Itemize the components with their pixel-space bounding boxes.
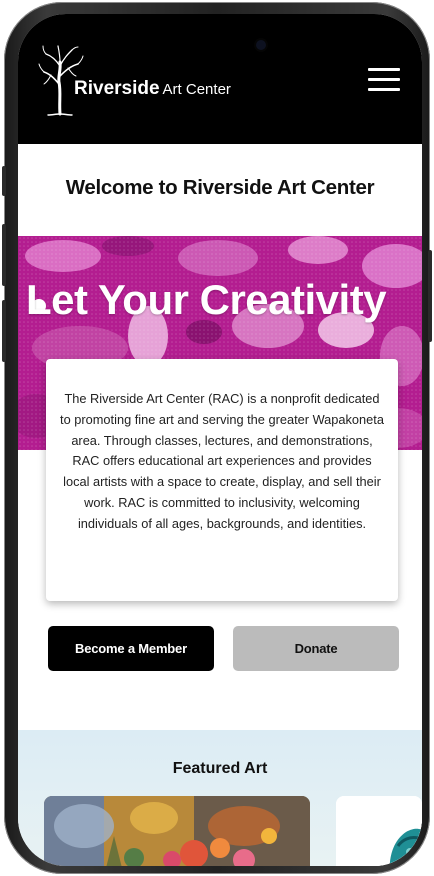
donate-button[interactable]: Donate xyxy=(233,626,399,671)
featured-painting-image xyxy=(44,796,310,866)
featured-art-title: Featured Art xyxy=(172,760,268,777)
featured-art-card-next[interactable] xyxy=(336,796,422,866)
hero-headline: Let Your Creativity xyxy=(26,276,387,323)
phone-side-button-action xyxy=(2,166,6,196)
featured-sculpture-image xyxy=(336,796,422,866)
front-camera xyxy=(256,40,266,50)
phone-side-button-power xyxy=(428,250,432,342)
logo-subtitle: Art Center xyxy=(162,81,231,98)
logo-name: Riverside xyxy=(74,78,160,99)
phone-side-button-volume-down xyxy=(2,300,6,362)
site-header: Riverside Art Center xyxy=(18,14,422,144)
featured-art-section: Featured Art xyxy=(18,730,422,866)
phone-side-button-volume-up xyxy=(2,224,6,286)
phone-screen: Riverside Art Center Welcome to Riverside… xyxy=(18,14,422,866)
welcome-heading: Welcome to Riverside Art Center xyxy=(65,176,375,199)
hamburger-menu-icon[interactable] xyxy=(368,66,400,94)
site-logo[interactable]: Riverside Art Center xyxy=(74,78,231,100)
become-member-button[interactable]: Become a Member xyxy=(48,626,214,671)
about-description: The Riverside Art Center (RAC) is a nonp… xyxy=(60,391,384,531)
featured-art-card[interactable] xyxy=(44,796,310,866)
phone-frame: Riverside Art Center Welcome to Riverside… xyxy=(2,2,432,874)
about-card: The Riverside Art Center (RAC) is a nonp… xyxy=(46,359,398,601)
